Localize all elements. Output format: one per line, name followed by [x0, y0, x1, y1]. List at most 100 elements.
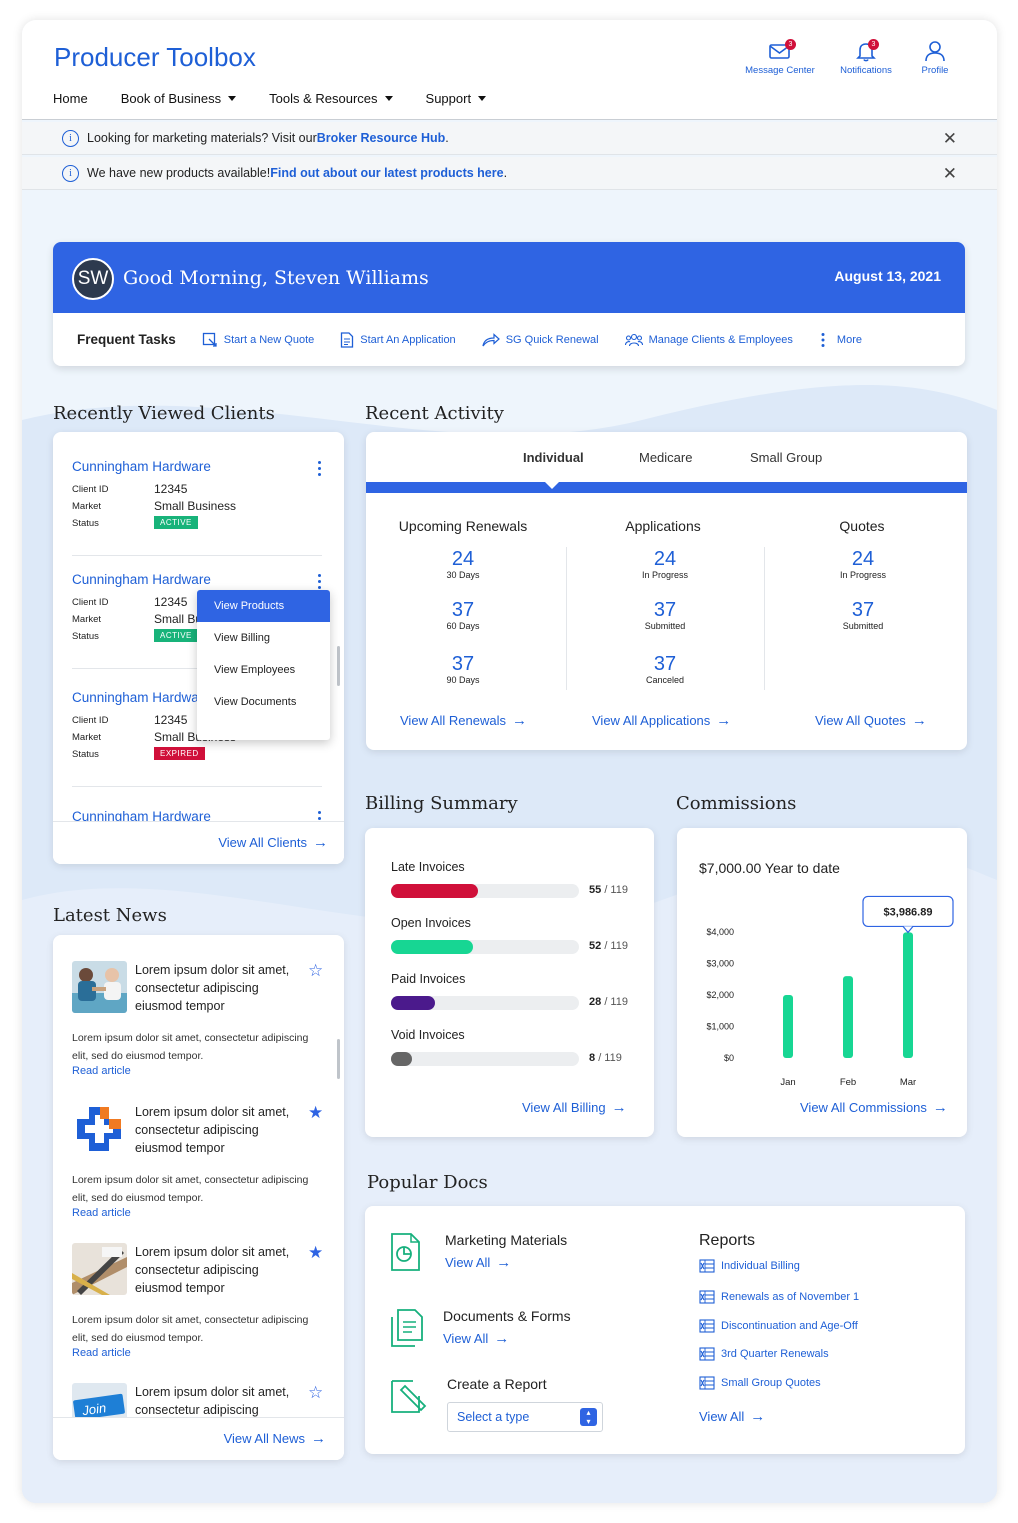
renewals-30-stat[interactable]: 24 30 Days — [368, 548, 558, 580]
scrollbar[interactable] — [337, 646, 340, 686]
documents-view-all-link[interactable]: View All → — [443, 1330, 509, 1347]
star-filled-icon[interactable]: ★ — [308, 1103, 323, 1123]
column-divider — [566, 547, 567, 690]
avatar[interactable]: SW — [72, 258, 114, 300]
view-all-news-link[interactable]: View All News → — [224, 1430, 326, 1447]
news-headline[interactable]: Lorem ipsum dolor sit amet, consectetur … — [135, 1383, 307, 1419]
view-all-commissions-link[interactable]: View All Commissions → — [800, 1099, 948, 1116]
billing-row-void[interactable]: Void Invoices 8 / 119 — [391, 1028, 636, 1066]
client-menu-icon[interactable] — [318, 811, 322, 821]
column-divider — [764, 547, 765, 690]
tab-small-group[interactable]: Small Group — [750, 450, 822, 465]
billing-row-paid[interactable]: Paid Invoices 28 / 119 — [391, 972, 636, 1010]
client-name[interactable]: Cunningham Hardware — [72, 572, 322, 587]
renewals-90-stat[interactable]: 37 90 Days — [368, 653, 558, 685]
news-item-3[interactable]: Lorem ipsum dolor sit amet, consectetur … — [72, 1243, 332, 1363]
message-center-button[interactable]: 3 Message Center — [740, 39, 820, 76]
view-all-billing-link[interactable]: View All Billing → — [522, 1099, 627, 1116]
tab-individual[interactable]: Individual — [523, 450, 584, 465]
reports-view-all-link[interactable]: View All → — [699, 1408, 765, 1425]
applications-submitted-stat[interactable]: 37 Submitted — [570, 599, 760, 631]
billing-count-value: 55 — [589, 884, 602, 896]
menu-item-view-billing[interactable]: View Billing — [197, 622, 330, 654]
billing-summary-title: Billing Summary — [365, 793, 518, 814]
bar-jan — [783, 995, 793, 1058]
notifications-button[interactable]: 3 Notifications — [830, 39, 902, 76]
applications-canceled-stat[interactable]: 37 Canceled — [570, 653, 760, 685]
progress-fill — [391, 940, 474, 954]
nav-book-of-business[interactable]: Book of Business — [121, 91, 237, 106]
notifications-label: Notifications — [840, 65, 892, 76]
broker-resource-hub-link[interactable]: Broker Resource Hub — [317, 131, 446, 145]
nav-tools-resources[interactable]: Tools & Resources — [269, 91, 393, 106]
report-link-individual-billing[interactable]: Individual Billing — [699, 1258, 800, 1274]
billing-label: Late Invoices — [391, 860, 465, 874]
view-all-applications-link[interactable]: View All Applications → — [592, 712, 731, 729]
select-stepper-icon[interactable]: ▴ ▾ — [580, 1408, 597, 1426]
nav-home[interactable]: Home — [53, 91, 88, 106]
tab-medicare[interactable]: Medicare — [639, 450, 692, 465]
app-title[interactable]: Producer Toolbox — [54, 42, 256, 73]
latest-products-link[interactable]: Find out about our latest products here — [270, 166, 503, 180]
quotes-in-progress-stat[interactable]: 24 In Progress — [768, 548, 958, 580]
view-all-clients-link[interactable]: View All Clients → — [218, 834, 328, 851]
report-link-small-group-quotes[interactable]: Small Group Quotes — [699, 1375, 821, 1391]
star-outline-icon[interactable]: ☆ — [308, 961, 323, 981]
news-item-2[interactable]: Lorem ipsum dolor sit amet, consectetur … — [72, 1103, 332, 1223]
close-icon[interactable]: ✕ — [943, 129, 957, 149]
menu-item-view-products[interactable]: View Products — [197, 590, 330, 622]
report-link-discontinuation[interactable]: Discontinuation and Age-Off — [699, 1318, 858, 1334]
nav-support[interactable]: Support — [426, 91, 487, 106]
read-article-link[interactable]: Read article — [72, 1347, 131, 1359]
stat-caption: 30 Days — [446, 570, 480, 580]
profile-button[interactable]: Profile — [912, 40, 958, 76]
client-name[interactable]: Cunningham Hardware — [72, 459, 322, 474]
news-item-1[interactable]: Lorem ipsum dolor sit amet, consectetur … — [72, 961, 332, 1081]
news-headline[interactable]: Lorem ipsum dolor sit amet, consectetur … — [135, 1103, 307, 1157]
start-new-quote-button[interactable]: Start a New Quote — [202, 332, 314, 348]
card-footer: View All News → — [53, 1417, 344, 1460]
market-label: Market — [72, 732, 102, 743]
arrow-right-icon: → — [494, 1330, 510, 1347]
client-card-1[interactable]: Cunningham Hardware Client ID 12345 Marke… — [72, 459, 322, 529]
billing-row-late[interactable]: Late Invoices 55 / 119 — [391, 860, 636, 898]
read-article-link[interactable]: Read article — [72, 1065, 131, 1077]
scrollbar[interactable] — [337, 1039, 340, 1079]
report-label: Discontinuation and Age-Off — [721, 1320, 858, 1332]
more-tasks-button[interactable]: More — [819, 332, 862, 348]
sg-quick-renewal-button[interactable]: SG Quick Renewal — [482, 332, 599, 347]
report-link-3rd-quarter[interactable]: 3rd Quarter Renewals — [699, 1346, 829, 1362]
client-menu-icon[interactable] — [318, 461, 322, 479]
start-application-button[interactable]: Start An Application — [340, 331, 456, 348]
star-filled-icon[interactable]: ★ — [308, 1243, 323, 1263]
view-all-renewals-link[interactable]: View All Renewals → — [400, 712, 527, 729]
arrow-right-icon: → — [496, 1254, 512, 1271]
client-card-4[interactable]: Cunningham Hardware — [72, 809, 322, 821]
renewals-60-stat[interactable]: 37 60 Days — [368, 599, 558, 631]
client-id-value: 12345 — [154, 482, 188, 496]
news-item-4[interactable]: Join Lorem ipsum dolor sit amet, consect… — [72, 1383, 332, 1419]
view-all-quotes-link[interactable]: View All Quotes → — [815, 712, 927, 729]
news-headline[interactable]: Lorem ipsum dolor sit amet, consectetur … — [135, 1243, 307, 1297]
read-article-link[interactable]: Read article — [72, 1207, 131, 1219]
spreadsheet-icon — [699, 1347, 715, 1361]
menu-item-view-employees[interactable]: View Employees — [197, 654, 330, 686]
report-link-renewals-november[interactable]: Renewals as of November 1 — [699, 1289, 859, 1305]
greeting-card: SW Good Morning, Steven Williams August … — [53, 242, 965, 366]
manage-clients-employees-button[interactable]: Manage Clients & Employees — [624, 333, 793, 347]
quotes-submitted-stat[interactable]: 37 Submitted — [768, 599, 958, 631]
quote-icon — [202, 332, 217, 347]
close-icon[interactable]: ✕ — [943, 164, 957, 184]
applications-in-progress-stat[interactable]: 24 In Progress — [570, 548, 760, 580]
stat-value: 37 — [851, 599, 875, 621]
star-outline-icon[interactable]: ☆ — [308, 1383, 323, 1403]
menu-item-view-documents[interactable]: View Documents — [197, 686, 330, 718]
report-type-select[interactable]: Select a type ▴ ▾ — [447, 1402, 603, 1432]
billing-row-open[interactable]: Open Invoices 52 / 119 — [391, 916, 636, 954]
latest-news-title: Latest News — [53, 905, 167, 926]
client-name[interactable]: Cunningham Hardware — [72, 809, 322, 821]
news-headline[interactable]: Lorem ipsum dolor sit amet, consectetur … — [135, 961, 307, 1015]
marketing-view-all-link[interactable]: View All → — [445, 1254, 511, 1271]
progress-fill — [391, 884, 478, 898]
caret-down-icon — [384, 96, 393, 101]
